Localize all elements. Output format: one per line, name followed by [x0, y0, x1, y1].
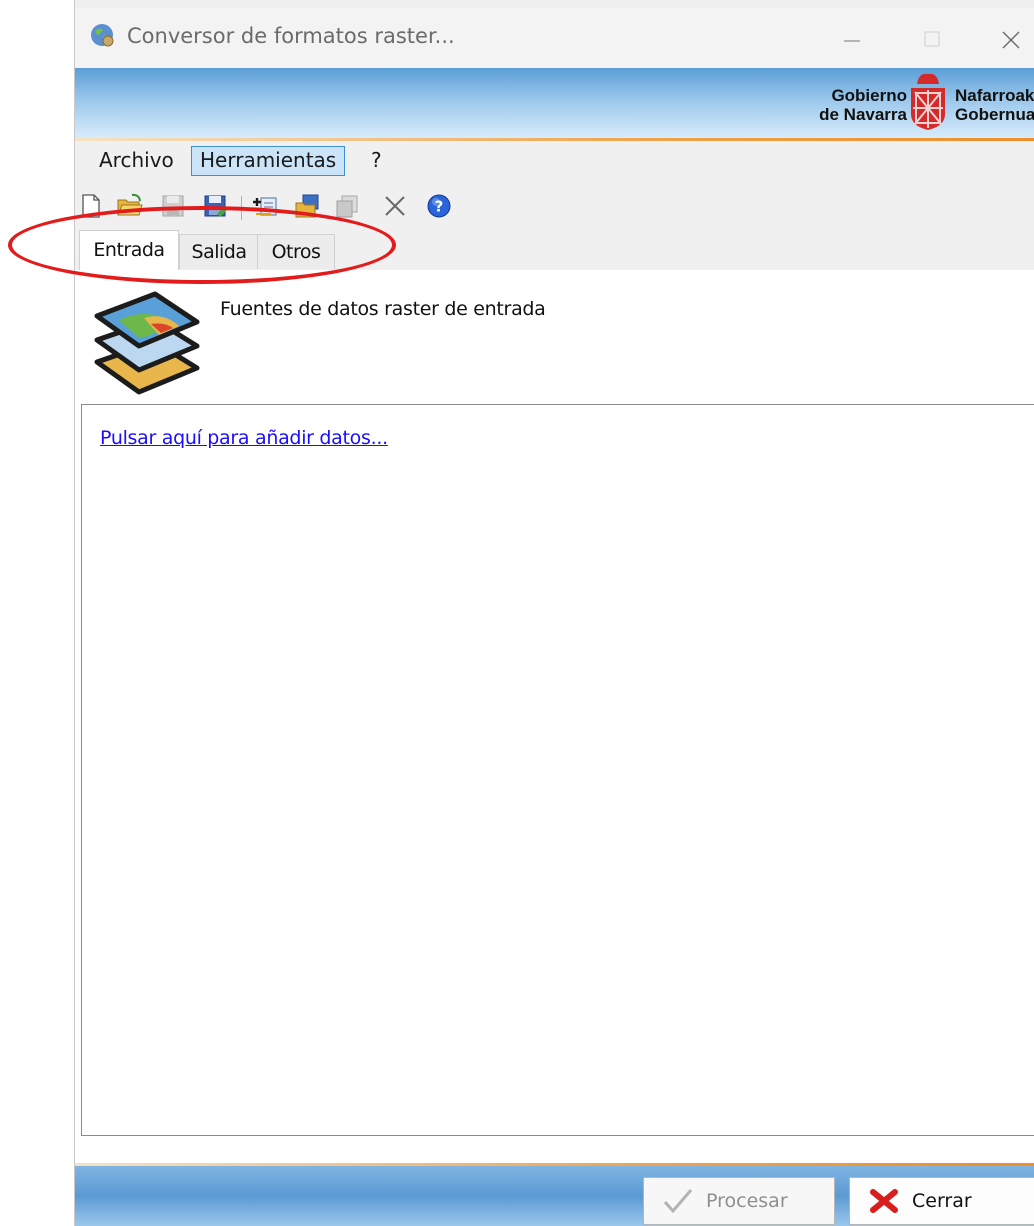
- raster-layers-icon: [94, 291, 200, 395]
- logo-line: Nafarroak: [955, 86, 1034, 105]
- process-button[interactable]: Procesar: [643, 1177, 835, 1225]
- copy-disabled-icon[interactable]: [333, 192, 361, 220]
- menu-help[interactable]: ?: [363, 146, 390, 174]
- checkmark-icon: [663, 1189, 693, 1214]
- folder-layers-icon[interactable]: [293, 192, 321, 220]
- open-folder-icon[interactable]: [115, 192, 143, 220]
- title-bar[interactable]: Conversor de formatos raster...: [75, 8, 1034, 68]
- add-data-link[interactable]: Pulsar aquí para añadir datos...: [100, 427, 388, 449]
- save-disabled-icon[interactable]: [159, 192, 187, 220]
- menu-archivo[interactable]: Archivo: [91, 146, 182, 174]
- banner-divider: [75, 138, 1034, 141]
- app-globe-icon: [91, 24, 114, 47]
- tab-otros[interactable]: Otros: [257, 234, 335, 269]
- menu-herramientas[interactable]: Herramientas: [191, 146, 346, 176]
- tab-entrada[interactable]: Entrada: [79, 230, 179, 271]
- maximize-icon: [924, 31, 940, 47]
- window-title: Conversor de formatos raster...: [127, 24, 455, 48]
- minimize-icon: [844, 40, 860, 42]
- delete-icon[interactable]: [381, 192, 409, 220]
- svg-text:?: ?: [435, 198, 444, 216]
- raster-converter-window: Conversor de formatos raster... Gobierno…: [74, 0, 1034, 1226]
- maximize-button[interactable]: [907, 16, 957, 62]
- process-button-label: Procesar: [706, 1190, 788, 1212]
- government-logo-text-eu: Nafarroak Gobernua: [955, 86, 1034, 124]
- logo-line: Gobernua: [955, 105, 1034, 124]
- menu-bar: Archivo Herramientas ?: [75, 142, 1034, 180]
- help-icon[interactable]: ?: [425, 192, 453, 220]
- close-button-label: Cerrar: [912, 1190, 972, 1212]
- logo-line: de Navarra: [819, 105, 907, 124]
- toolbar-separator: [241, 196, 242, 220]
- tab-page-entrada: Fuentes de datos raster de entrada Pulsa…: [75, 270, 1034, 1168]
- close-icon: [1002, 31, 1020, 49]
- save-as-icon[interactable]: [201, 192, 229, 220]
- logo-line: Gobierno: [831, 86, 907, 105]
- tab-strip: Entrada Salida Otros: [75, 228, 1034, 271]
- close-button[interactable]: Cerrar: [849, 1177, 1034, 1225]
- government-logo-text-es: Gobierno de Navarra: [819, 86, 907, 124]
- red-x-icon: [870, 1189, 898, 1213]
- new-file-icon[interactable]: [77, 192, 105, 220]
- add-layer-icon[interactable]: [251, 192, 279, 220]
- tab-salida[interactable]: Salida: [179, 234, 259, 269]
- navarra-coat-of-arms-icon: [911, 73, 945, 130]
- close-window-button[interactable]: [985, 16, 1034, 62]
- toolbar: ?: [75, 184, 1034, 228]
- minimize-button[interactable]: [827, 16, 877, 62]
- input-data-list[interactable]: Pulsar aquí para añadir datos...: [81, 404, 1034, 1136]
- input-section-description: Fuentes de datos raster de entrada: [220, 298, 546, 320]
